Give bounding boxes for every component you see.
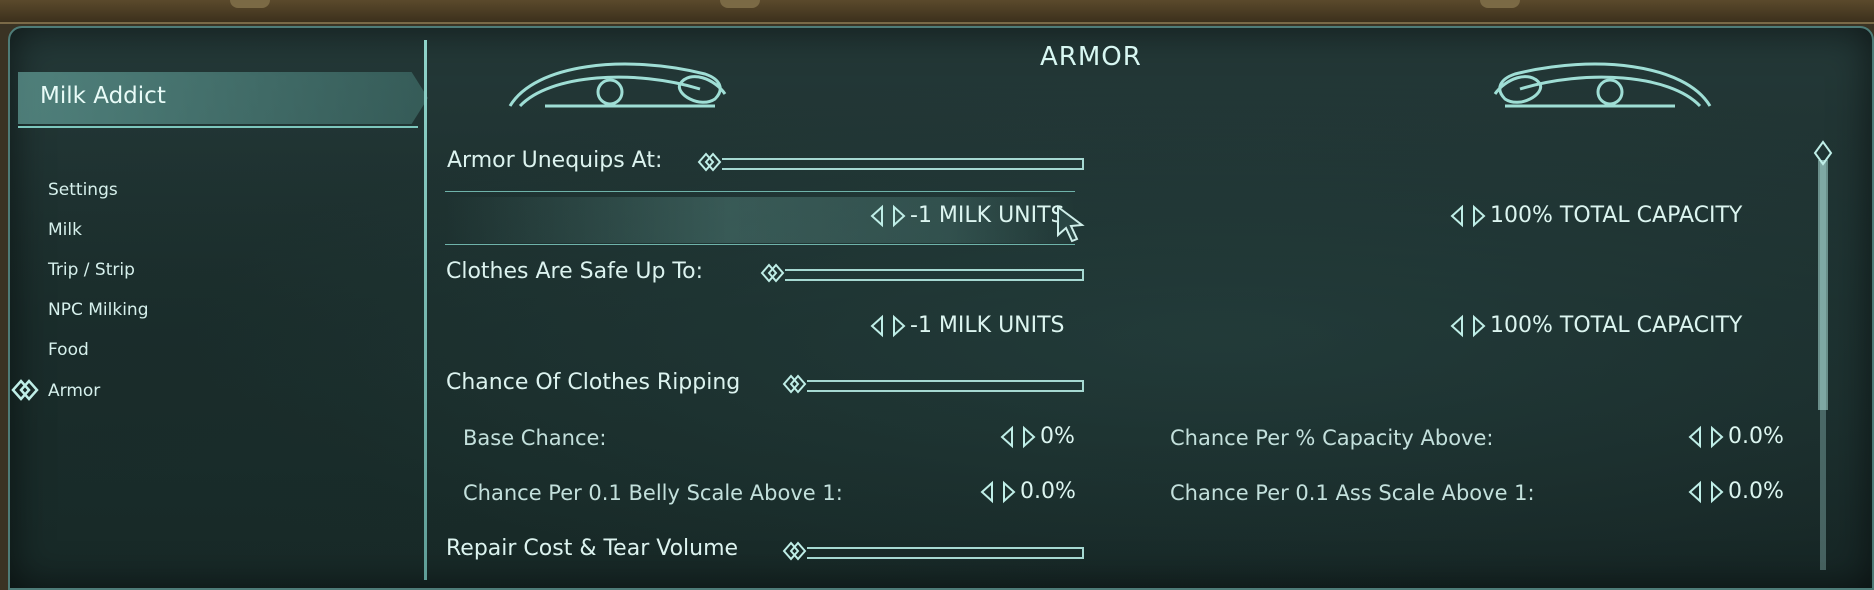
left-right-arrows-icon xyxy=(870,314,906,338)
slider-knob-armor-unequips[interactable] xyxy=(697,149,723,175)
frame-ornament xyxy=(1480,0,1520,8)
slider-knob-clothes-ripping[interactable] xyxy=(782,371,808,397)
menu-item-food[interactable]: Food xyxy=(48,340,89,360)
base-chance-value: 0% xyxy=(1040,424,1075,449)
per-capacity-label: Chance Per % Capacity Above: xyxy=(1170,426,1494,450)
scroll-up-icon[interactable] xyxy=(1812,140,1834,166)
left-right-arrows-icon xyxy=(1000,425,1036,449)
slider-knob-clothes-safe[interactable] xyxy=(760,260,786,286)
per-capacity-control[interactable]: 0.0% xyxy=(1688,424,1784,449)
mod-title-banner[interactable]: Milk Addict xyxy=(18,72,428,124)
celtic-knot-cursor-icon xyxy=(11,379,39,401)
left-right-arrows-icon xyxy=(980,480,1016,504)
clothes-safe-total-capacity[interactable]: 100% TOTAL CAPACITY xyxy=(1450,313,1742,338)
mouse-pointer-icon xyxy=(1057,205,1085,243)
per-ass-label: Chance Per 0.1 Ass Scale Above 1: xyxy=(1170,481,1535,505)
clothes-safe-right-value: 100% TOTAL CAPACITY xyxy=(1490,313,1743,338)
per-belly-value: 0.0% xyxy=(1020,479,1076,504)
left-right-arrows-icon xyxy=(1450,314,1486,338)
celtic-knot-ornament-left xyxy=(508,62,727,108)
slider-clothes-safe[interactable] xyxy=(785,269,1084,281)
menu-item-trip-strip[interactable]: Trip / Strip xyxy=(48,260,135,280)
menu-item-npc-milking[interactable]: NPC Milking xyxy=(48,300,149,320)
left-right-arrows-icon xyxy=(1688,425,1724,449)
left-right-arrows-icon xyxy=(1688,480,1724,504)
slider-knob-repair-cost[interactable] xyxy=(782,538,808,564)
celtic-knot-ornament-right xyxy=(1493,62,1712,108)
frame-ornament xyxy=(720,0,760,8)
mod-title: Milk Addict xyxy=(40,83,166,109)
clothes-ripping-label: Chance Of Clothes Ripping xyxy=(446,370,741,395)
slider-clothes-ripping[interactable] xyxy=(807,380,1084,392)
armor-unequips-left-value: -1 MILK UNITS xyxy=(910,203,1065,228)
per-belly-control[interactable]: 0.0% xyxy=(980,479,1076,504)
base-chance-control[interactable]: 0% xyxy=(1000,424,1075,449)
menu-item-settings[interactable]: Settings xyxy=(48,180,118,200)
base-chance-label: Base Chance: xyxy=(463,426,607,450)
armor-unequips-label: Armor Unequips At: xyxy=(447,148,663,173)
per-capacity-value: 0.0% xyxy=(1728,424,1784,449)
clothes-safe-label: Clothes Are Safe Up To: xyxy=(446,259,703,284)
clothes-safe-left-value: -1 MILK UNITS xyxy=(910,313,1065,338)
slider-repair-cost[interactable] xyxy=(807,547,1084,559)
clothes-safe-milk-units[interactable]: -1 MILK UNITS xyxy=(870,313,1065,338)
top-frame xyxy=(0,0,1874,24)
left-right-arrows-icon xyxy=(1450,204,1486,228)
page-title: ARMOR xyxy=(1040,42,1142,72)
per-ass-value: 0.0% xyxy=(1728,479,1784,504)
armor-unequips-total-capacity[interactable]: 100% TOTAL CAPACITY xyxy=(1450,203,1742,228)
row-separator xyxy=(445,191,1075,192)
menu-divider xyxy=(424,40,427,580)
scrollbar-thumb[interactable] xyxy=(1818,160,1828,410)
per-ass-control[interactable]: 0.0% xyxy=(1688,479,1784,504)
armor-unequips-milk-units[interactable]: -1 MILK UNITS xyxy=(870,203,1065,228)
menu-item-armor[interactable]: Armor xyxy=(48,381,100,401)
menu-item-milk[interactable]: Milk xyxy=(48,220,82,240)
slider-armor-unequips[interactable] xyxy=(722,158,1084,170)
left-right-arrows-icon xyxy=(870,204,906,228)
per-belly-label: Chance Per 0.1 Belly Scale Above 1: xyxy=(463,481,843,505)
row-separator xyxy=(445,244,1075,245)
frame-ornament xyxy=(230,0,270,8)
mod-title-underline xyxy=(18,126,418,128)
armor-unequips-right-value: 100% TOTAL CAPACITY xyxy=(1490,203,1743,228)
repair-cost-label: Repair Cost & Tear Volume xyxy=(446,536,739,561)
